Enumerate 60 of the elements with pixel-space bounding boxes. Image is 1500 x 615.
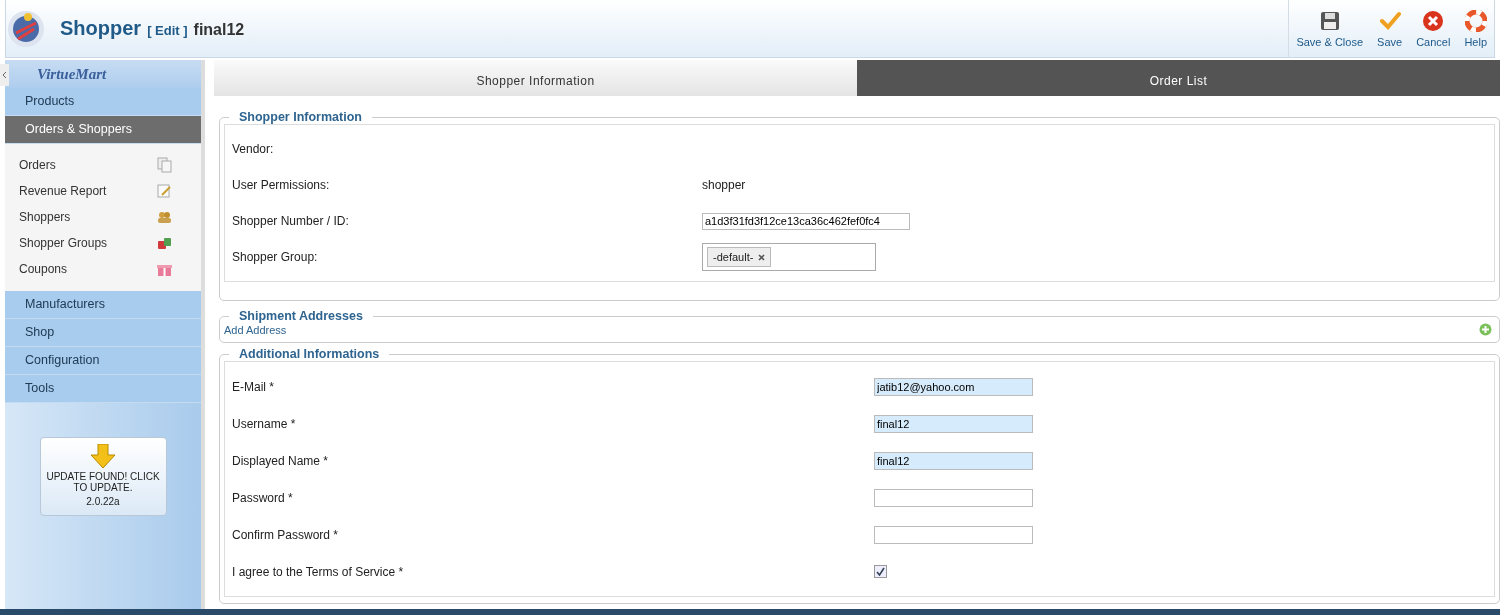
submenu-item[interactable]: Shopper Groups: [5, 230, 201, 256]
input-field[interactable]: [874, 488, 1033, 507]
down-arrow-icon: [90, 444, 116, 468]
checkmark-icon: [1378, 9, 1401, 32]
menu-section[interactable]: Configuration: [5, 347, 201, 375]
field-label: E-Mail *: [232, 379, 275, 394]
field-label: Shopper Number / ID:: [232, 214, 350, 228]
field-label: I agree to the Terms of Service *: [232, 564, 405, 579]
section-legend: Shipment Addresses: [229, 309, 373, 323]
save-close-button[interactable]: Save & Close: [1289, 0, 1371, 58]
checkmark-icon: [876, 567, 885, 576]
field-value: shopper: [702, 178, 746, 192]
update-notice[interactable]: UPDATE FOUND! CLICK TO UPDATE. 2.0.22a: [39, 437, 167, 516]
input-field[interactable]: final12: [874, 414, 1033, 433]
help-button[interactable]: Help: [1457, 0, 1494, 58]
globe-logo-icon: [6, 8, 46, 49]
submenu-item[interactable]: Revenue Report: [5, 178, 201, 204]
field-label: Vendor:: [232, 142, 275, 156]
tag-chip[interactable]: -default-: [707, 247, 772, 267]
input-field[interactable]: final12: [874, 451, 1033, 470]
field-label: Password *: [232, 490, 294, 505]
cancel-button[interactable]: Cancel: [1409, 0, 1458, 58]
submenu-item[interactable]: Shoppers: [5, 204, 201, 230]
edit-label: [ Edit ]: [147, 23, 188, 38]
field-label: Shopper Group:: [232, 250, 319, 264]
field-label: Confirm Password *: [232, 527, 340, 542]
submenu-item[interactable]: Coupons: [5, 256, 201, 282]
add-address-link[interactable]: Add Address: [224, 323, 287, 336]
menu-section[interactable]: Manufacturers: [5, 291, 201, 319]
virtuemart-logo: VirtueMart: [5, 60, 201, 88]
page-title: Shopper: [60, 17, 142, 40]
menu-section[interactable]: Products: [5, 88, 201, 116]
documents-icon: [156, 157, 173, 173]
menu-section[interactable]: Tools: [5, 375, 201, 403]
submenu-item[interactable]: Orders: [5, 152, 201, 178]
menu-section[interactable]: Orders & Shoppers: [5, 116, 201, 144]
field-label: Displayed Name *: [232, 453, 330, 468]
tab[interactable]: Shopper Information: [214, 60, 857, 96]
collapse-handle-icon[interactable]: [0, 64, 9, 86]
input-field[interactable]: jatib12@yahoo.com: [874, 377, 1033, 396]
input-field[interactable]: a1d3f31fd3f12ce13ca36c462fef0fc4: [702, 212, 910, 230]
save-button[interactable]: Save: [1370, 0, 1410, 58]
record-name: final12: [193, 21, 245, 39]
people-icon: [156, 209, 173, 225]
field-label: User Permissions:: [232, 178, 331, 192]
update-version: 2.0.22a: [86, 496, 120, 507]
tag-select-field[interactable]: -default-: [702, 243, 876, 271]
notepad-pencil-icon: [156, 183, 173, 199]
section-legend: Shopper Information: [229, 110, 372, 124]
input-field[interactable]: [874, 525, 1033, 544]
menu-section[interactable]: Shop: [5, 319, 201, 347]
bags-icon: [156, 235, 173, 251]
lifebuoy-icon: [1464, 9, 1487, 32]
cancel-icon: [1422, 9, 1445, 32]
checkbox[interactable]: [874, 565, 887, 578]
section-legend: Additional Informations: [229, 347, 390, 361]
update-message: UPDATE FOUND! CLICK TO UPDATE.: [45, 471, 161, 493]
tab[interactable]: Order List: [857, 60, 1500, 96]
field-label: Username *: [232, 416, 297, 431]
remove-icon[interactable]: [758, 254, 766, 261]
